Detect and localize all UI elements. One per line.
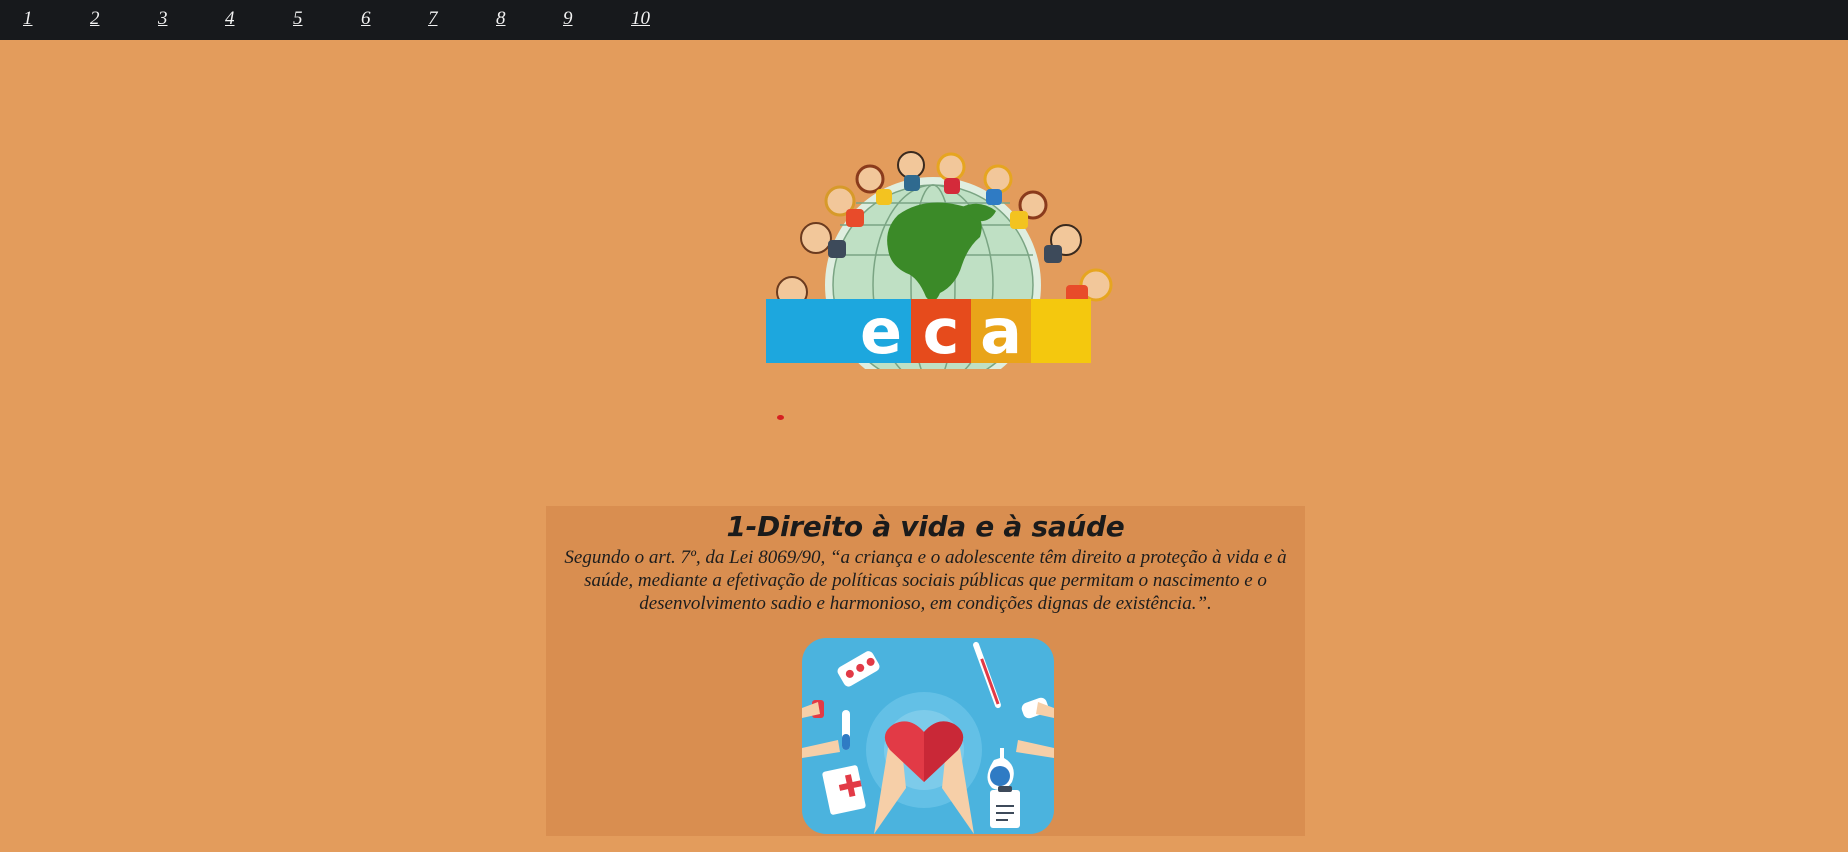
nav-link-4[interactable]: 4 (225, 8, 235, 30)
logo-letter-a: a (980, 295, 1022, 368)
logo-letter-c: c (923, 295, 960, 368)
red-dot (777, 415, 784, 420)
nav-link-6[interactable]: 6 (361, 8, 371, 30)
nav-link-7[interactable]: 7 (428, 8, 438, 30)
nav-link-2[interactable]: 2 (90, 8, 100, 30)
nav-link-5[interactable]: 5 (293, 8, 303, 30)
section-card: 1-Direito à vida e à saúde Segundo o art… (546, 506, 1305, 836)
nav-link-8[interactable]: 8 (496, 8, 506, 30)
health-illustration (802, 638, 1054, 834)
logo-letter-e: e (860, 295, 902, 368)
nav-link-1[interactable]: 1 (23, 8, 33, 30)
section-body: Segundo o art. 7º, da Lei 8069/90, “a cr… (564, 547, 1287, 614)
top-nav: 1 2 3 4 5 6 7 8 9 10 (0, 0, 1848, 40)
nav-link-9[interactable]: 9 (563, 8, 573, 30)
section-title: 1-Direito à vida e à saúde (726, 510, 1125, 543)
nav-link-10[interactable]: 10 (631, 8, 650, 30)
eca-logo: e c a (766, 151, 1113, 369)
nav-link-3[interactable]: 3 (158, 8, 168, 30)
